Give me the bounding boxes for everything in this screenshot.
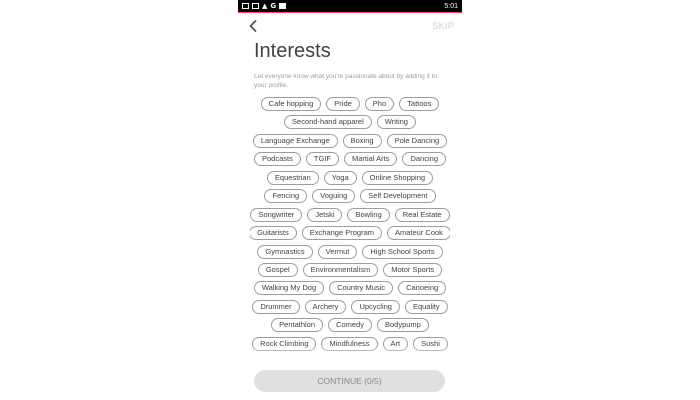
gallery-icon: [242, 3, 249, 9]
gallery-icon: [252, 3, 259, 9]
interest-chip[interactable]: Online Shopping: [361, 170, 434, 185]
interest-chip[interactable]: Walking My Dog: [253, 281, 325, 296]
interest-row: Drummer Archery Upcycling Equality: [250, 299, 450, 314]
interest-chip-list: Cafe hopping Pride Pho Tattoos Second-hand a…: [250, 97, 450, 360]
interest-chip[interactable]: Amateur Cook: [386, 226, 450, 241]
chevron-left-icon: [249, 20, 257, 32]
interest-chip[interactable]: High School Sports: [362, 244, 443, 259]
interest-chip[interactable]: Writing: [376, 115, 416, 130]
skip-button[interactable]: SKIP: [432, 21, 454, 31]
interest-row: Walking My Dog Country Music Canoeing: [250, 281, 450, 296]
back-button[interactable]: [246, 18, 260, 34]
interest-chip[interactable]: Dancing: [402, 152, 446, 167]
interest-chip[interactable]: Fencing: [264, 189, 308, 204]
interest-row: Equestrian Yoga Online Shopping: [250, 170, 450, 185]
status-icons: ▲ G: [242, 2, 287, 10]
save-icon: [279, 3, 287, 9]
interest-chip[interactable]: Cafe hopping: [260, 97, 322, 111]
interest-chip[interactable]: Archery: [304, 299, 347, 314]
phone-screen: ▲ G 5:01 SKIP Interests Let everyone kno…: [238, 0, 462, 400]
interest-row: Guitarists Exchange Program Amateur Cook: [250, 226, 450, 241]
status-bar: ▲ G 5:01: [238, 0, 462, 12]
interest-chip[interactable]: Jetski: [307, 207, 343, 222]
interest-chip[interactable]: Equality: [404, 299, 448, 314]
interest-chip[interactable]: Motor Sports: [383, 262, 443, 277]
interest-chip[interactable]: Bodypump: [376, 318, 429, 333]
warning-icon: ▲: [262, 2, 268, 10]
interest-chip[interactable]: Country Music: [329, 281, 394, 296]
interest-chip[interactable]: Tattoos: [399, 97, 440, 111]
page-subtitle: Let everyone know what you're passionate…: [254, 73, 437, 89]
interest-row: Pentathlon Comedy Bodypump: [250, 318, 450, 333]
interest-row: Second-hand apparel Writing: [250, 115, 450, 130]
interest-chip[interactable]: Real Estate: [394, 207, 450, 222]
interest-chip[interactable]: Pentathlon: [271, 318, 324, 333]
interest-chip[interactable]: Vermut: [317, 244, 358, 259]
interest-chip[interactable]: Gymnastics: [257, 244, 313, 259]
accent-line: [238, 12, 462, 13]
interest-chip[interactable]: Podcasts: [254, 152, 301, 167]
interest-chip[interactable]: Drummer: [252, 299, 300, 314]
interest-chip[interactable]: Language Exchange: [252, 133, 338, 148]
continue-button[interactable]: CONTINUE (0/5): [254, 370, 445, 392]
status-time: 5:01: [444, 2, 458, 10]
interest-chip[interactable]: Upcycling: [351, 299, 400, 314]
interest-chip[interactable]: Canoeing: [398, 281, 447, 296]
interest-chip[interactable]: Voguing: [312, 189, 356, 204]
interest-row: Gospel Environmentalism Motor Sports: [250, 262, 450, 277]
interest-chip[interactable]: Pole Dancing: [386, 133, 448, 148]
interest-row: Fencing Voguing Self Development: [250, 189, 450, 204]
interest-row: Gymnastics Vermut High School Sports: [250, 244, 450, 259]
interest-chip[interactable]: Equestrian: [266, 170, 319, 185]
interest-chip[interactable]: Bowling: [347, 207, 390, 222]
interest-chip[interactable]: Pho: [364, 97, 395, 111]
interest-chip[interactable]: Self Development: [360, 189, 436, 204]
interest-chip[interactable]: Exchange Program: [301, 226, 382, 241]
interest-chip[interactable]: Boxing: [342, 133, 382, 148]
list-fade: [238, 345, 462, 365]
interest-chip[interactable]: Martial Arts: [343, 152, 398, 167]
page-title: Interests: [254, 40, 331, 62]
interest-chip[interactable]: Comedy: [328, 318, 372, 333]
interest-chip[interactable]: Pride: [326, 97, 360, 111]
interest-chip[interactable]: Gospel: [257, 262, 298, 277]
interest-chip[interactable]: Songwriter: [250, 207, 303, 222]
interest-row: Podcasts TGIF Martial Arts Dancing: [250, 152, 450, 167]
interest-row: Cafe hopping Pride Pho Tattoos: [250, 97, 450, 111]
interest-chip[interactable]: Second-hand apparel: [284, 115, 372, 130]
interest-row: Language Exchange Boxing Pole Dancing: [250, 133, 450, 148]
interest-row: Songwriter Jetski Bowling Real Estate: [250, 207, 450, 222]
google-icon: G: [270, 2, 277, 10]
interest-chip[interactable]: Guitarists: [250, 226, 297, 241]
interest-chip[interactable]: Environmentalism: [302, 262, 379, 277]
interest-chip[interactable]: TGIF: [305, 152, 339, 167]
interest-chip[interactable]: Yoga: [323, 170, 357, 185]
